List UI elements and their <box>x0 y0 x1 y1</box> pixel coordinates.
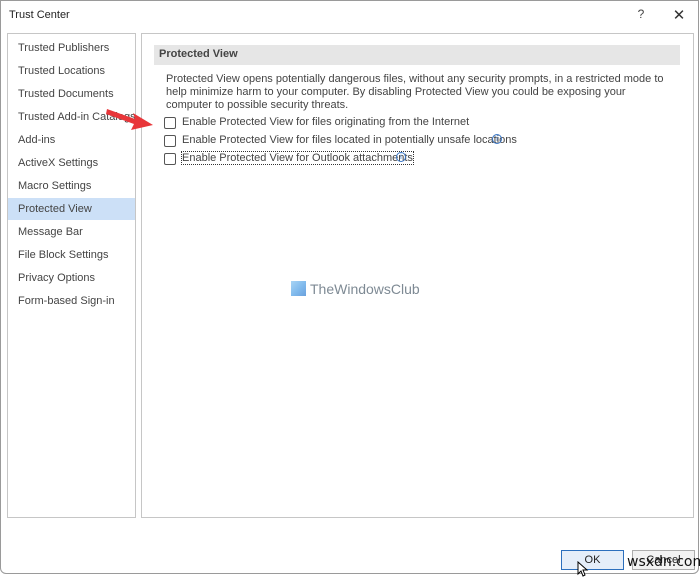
thewindowsclub-logo-icon <box>291 281 306 296</box>
sidebar-item-macro-settings[interactable]: Macro Settings <box>8 175 135 197</box>
option-label[interactable]: Enable Protected View for files originat… <box>182 116 469 128</box>
close-button[interactable]: ✕ <box>670 6 688 24</box>
help-button[interactable]: ? <box>633 7 649 25</box>
question-mark-icon: ? <box>637 7 645 21</box>
sidebar-item-protected-view[interactable]: Protected View <box>8 198 135 220</box>
section-header: Protected View <box>154 45 680 65</box>
checkbox-unsafe-locations[interactable] <box>164 135 176 147</box>
sidebar-item-file-block-settings[interactable]: File Block Settings <box>8 244 135 266</box>
content-panel: Protected View Protected View opens pote… <box>141 33 694 518</box>
info-icon[interactable]: i <box>396 152 406 162</box>
option-label[interactable]: Enable Protected View for files located … <box>182 134 517 146</box>
trust-center-dialog: Trust Center ? ✕ Trusted Publishers Trus… <box>0 0 700 577</box>
close-icon: ✕ <box>672 7 686 24</box>
sidebar-item-form-based-sign-in[interactable]: Form-based Sign-in <box>8 290 135 312</box>
sidebar-item-trusted-publishers[interactable]: Trusted Publishers <box>8 37 135 59</box>
sidebar-item-activex-settings[interactable]: ActiveX Settings <box>8 152 135 174</box>
dialog-title: Trust Center <box>9 9 70 21</box>
title-bar: Trust Center ? ✕ <box>1 1 698 31</box>
ok-button[interactable]: OK <box>561 550 624 570</box>
sidebar-item-trusted-documents[interactable]: Trusted Documents <box>8 83 135 105</box>
info-icon[interactable]: i <box>492 134 502 144</box>
option-label[interactable]: Enable Protected View for Outlook attach… <box>181 151 414 165</box>
sidebar-item-trusted-locations[interactable]: Trusted Locations <box>8 60 135 82</box>
watermark-text: TheWindowsClub <box>310 281 420 297</box>
site-watermark: wsxdn.com <box>627 554 700 570</box>
sidebar-item-privacy-options[interactable]: Privacy Options <box>8 267 135 289</box>
checkbox-internet-files[interactable] <box>164 117 176 129</box>
description-text: Protected View opens potentially dangero… <box>166 73 664 111</box>
sidebar-item-message-bar[interactable]: Message Bar <box>8 221 135 243</box>
checkbox-outlook-attachments[interactable] <box>164 153 176 165</box>
red-arrow-icon <box>106 109 153 130</box>
section-title: Protected View <box>159 48 238 60</box>
